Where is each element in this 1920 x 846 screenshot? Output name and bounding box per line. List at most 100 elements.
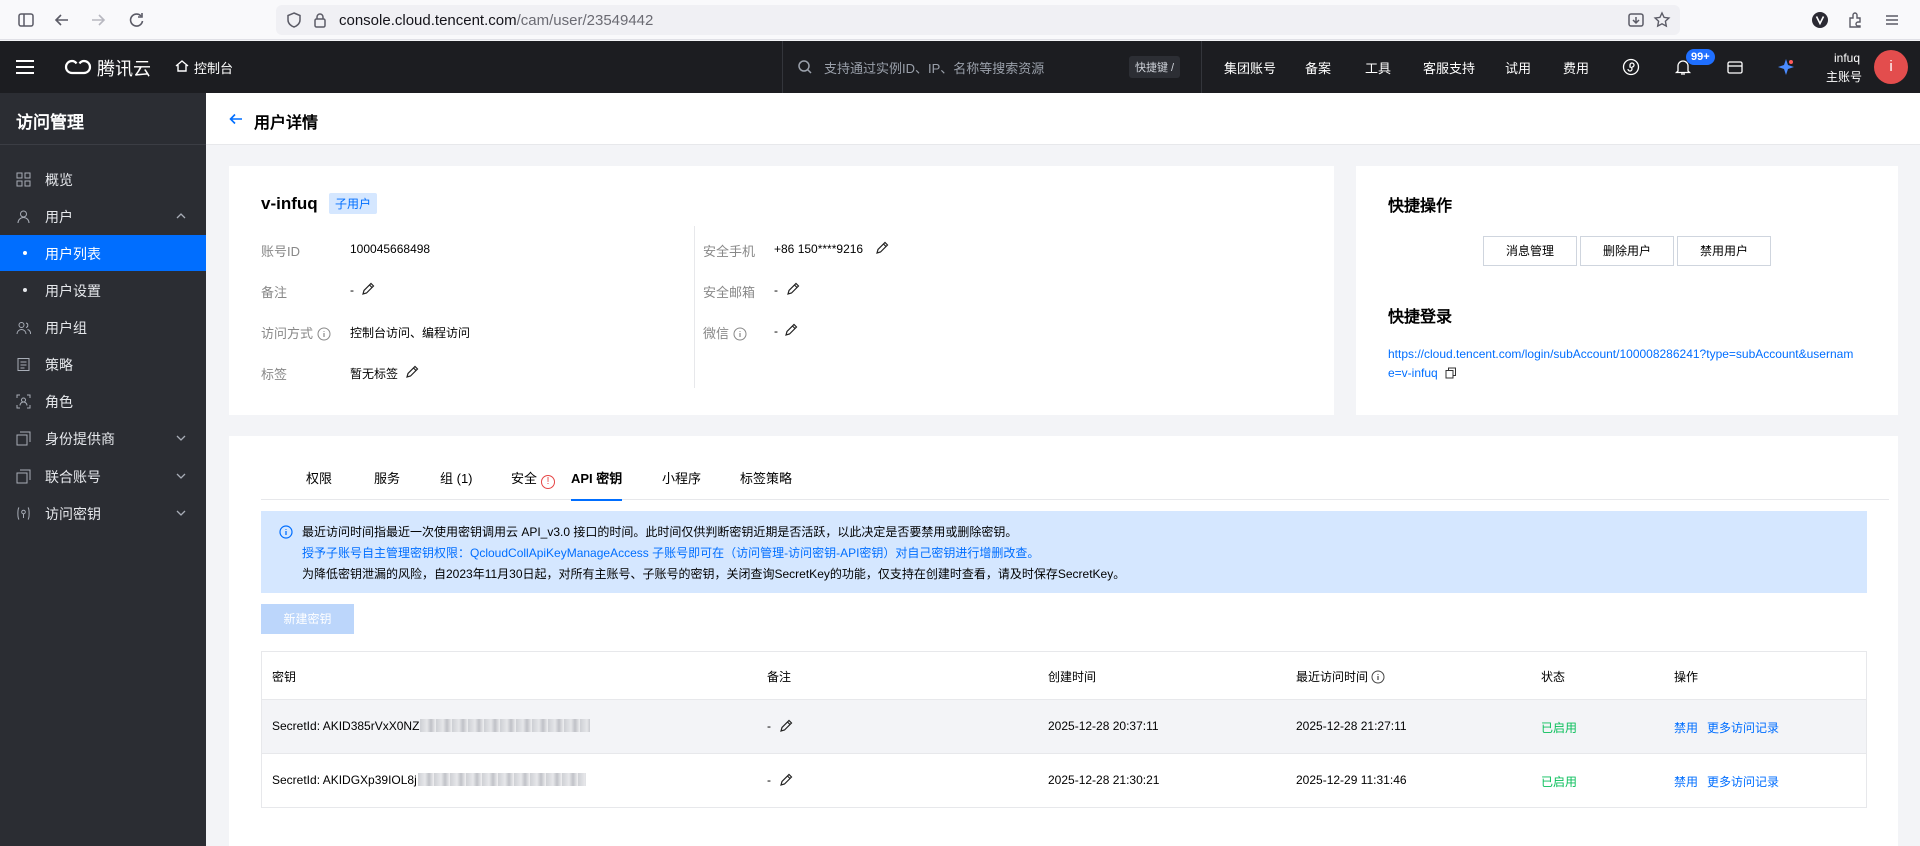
quick-login-url[interactable]: https://cloud.tencent.com/login/subAccou… bbox=[1388, 347, 1853, 380]
avatar[interactable]: i bbox=[1874, 50, 1908, 84]
tab-security[interactable]: 安全! bbox=[511, 468, 556, 489]
message-management-button[interactable]: 消息管理 bbox=[1483, 236, 1577, 266]
api-key-notice: 最近访问时间指最近一次使用密钥调用云 API_v3.0 接口的时间。此时间仅供判… bbox=[261, 511, 1867, 593]
edit-pencil-icon[interactable] bbox=[361, 282, 375, 296]
sidebar-item-label: 联合账号 bbox=[45, 469, 101, 485]
table-header-key: 密钥 bbox=[272, 670, 297, 684]
tab-groups[interactable]: 组 (1) bbox=[440, 468, 473, 487]
remark-cell: - bbox=[767, 773, 771, 787]
edit-pencil-icon[interactable] bbox=[875, 241, 889, 255]
wechat-value: - bbox=[774, 324, 778, 338]
email-value: - bbox=[774, 283, 778, 297]
copy-icon[interactable] bbox=[1445, 367, 1457, 379]
access-records-link[interactable]: 更多访问记录 bbox=[1707, 719, 1779, 736]
sidebar-item-users[interactable]: 用户 bbox=[0, 198, 206, 234]
table-header-last-access: 最近访问时间 bbox=[1296, 668, 1385, 685]
grid-icon bbox=[16, 172, 31, 187]
quick-login-link[interactable]: https://cloud.tencent.com/login/subAccou… bbox=[1388, 345, 1858, 383]
user-role[interactable]: 主账号 bbox=[1826, 68, 1862, 85]
search-placeholder[interactable]: 支持通过实例ID、IP、名称等搜索资源 bbox=[824, 58, 1044, 77]
new-key-button[interactable]: 新建密钥 bbox=[261, 604, 354, 634]
sidebar-divider bbox=[0, 144, 206, 145]
sidebar-item-user-settings[interactable]: 用户设置 bbox=[0, 272, 206, 308]
nav-group-account[interactable]: 集团账号 bbox=[1224, 58, 1276, 77]
sidebar-item-roles[interactable]: 角色 bbox=[0, 383, 206, 419]
access-label-text: 访问方式 bbox=[261, 326, 314, 341]
nav-tools[interactable]: 工具 bbox=[1365, 58, 1391, 77]
edit-pencil-icon[interactable] bbox=[779, 719, 793, 733]
back-arrow-icon[interactable] bbox=[228, 111, 244, 127]
tencent-cloud-logo-icon[interactable] bbox=[64, 54, 92, 80]
hamburger-menu-icon[interactable] bbox=[14, 56, 36, 78]
resource-search[interactable]: 支持通过实例ID、IP、名称等搜索资源 快捷键 / bbox=[782, 41, 1202, 93]
remark-label: 备注 bbox=[261, 285, 288, 300]
sidebar-item-federated-accounts[interactable]: 联合账号 bbox=[0, 458, 206, 494]
access-records-link[interactable]: 更多访问记录 bbox=[1707, 773, 1779, 790]
sidebar-item-identity-providers[interactable]: 身份提供商 bbox=[0, 420, 206, 456]
back-icon[interactable] bbox=[52, 10, 72, 30]
last-access-cell: 2025-12-29 11:31:46 bbox=[1296, 773, 1407, 787]
shield-icon[interactable] bbox=[284, 10, 304, 30]
sidebar-item-overview[interactable]: 概览 bbox=[0, 161, 206, 197]
tab-bar: 权限 服务 组 (1) 安全! API 密钥 小程序 标签策略 bbox=[261, 466, 1889, 501]
email-label: 安全邮箱 bbox=[703, 285, 756, 300]
info-icon[interactable] bbox=[1371, 670, 1385, 684]
url-text: console.cloud.tencent.com/cam/user/23549… bbox=[339, 12, 653, 29]
tab-mini-program[interactable]: 小程序 bbox=[662, 468, 701, 487]
user-name[interactable]: infuq bbox=[1834, 51, 1860, 65]
lock-icon[interactable] bbox=[310, 10, 330, 30]
extensions-icon[interactable] bbox=[1846, 10, 1866, 30]
table-header-created: 创建时间 bbox=[1048, 670, 1097, 684]
secret-id-cell: SecretId: AKIDGXp39IOL8j bbox=[272, 773, 586, 787]
table-row: SecretId: AKID385rVxX0NZ - 2025-12-28 20… bbox=[262, 699, 1866, 753]
reader-icon[interactable] bbox=[1626, 10, 1646, 30]
tab-api-keys[interactable]: API 密钥 bbox=[571, 468, 623, 501]
tab-services[interactable]: 服务 bbox=[374, 468, 400, 487]
tab-permissions[interactable]: 权限 bbox=[306, 468, 332, 487]
extension-v-icon[interactable] bbox=[1810, 10, 1830, 30]
delete-user-button[interactable]: 删除用户 bbox=[1580, 236, 1674, 266]
notice-line-3: 为降低密钥泄漏的风险，自2023年11月30日起，对所有主账号、子账号的密钥，关… bbox=[302, 567, 1126, 581]
info-icon[interactable] bbox=[317, 327, 331, 341]
nav-billing[interactable]: 费用 bbox=[1563, 58, 1589, 77]
user-name-heading: v-infuq bbox=[261, 194, 318, 213]
sidebar-item-access-keys[interactable]: 访问密钥 bbox=[0, 495, 206, 531]
card-icon[interactable] bbox=[1726, 58, 1744, 76]
sidebar-item-user-list[interactable]: 用户列表 bbox=[0, 235, 206, 271]
notice-line-2[interactable]: 授予子账号自主管理密钥权限：QcloudCollApiKeyManageAcce… bbox=[302, 544, 1039, 561]
console-link[interactable]: 控制台 bbox=[194, 58, 233, 77]
chevron-up-icon bbox=[175, 210, 187, 222]
quick-login-title: 快捷登录 bbox=[1388, 309, 1453, 326]
sidebar-toggle-icon[interactable] bbox=[16, 10, 36, 30]
disable-key-link[interactable]: 禁用 bbox=[1674, 773, 1698, 790]
chevron-down-icon bbox=[175, 470, 187, 482]
edit-pencil-icon[interactable] bbox=[405, 365, 419, 379]
sidebar-item-label: 用户列表 bbox=[45, 246, 101, 262]
reload-icon[interactable] bbox=[126, 10, 146, 30]
sidebar-item-policies[interactable]: 策略 bbox=[0, 346, 206, 382]
sidebar-item-label: 概览 bbox=[45, 172, 73, 188]
edit-pencil-icon[interactable] bbox=[786, 282, 800, 296]
nav-trial[interactable]: 试用 bbox=[1505, 58, 1531, 77]
edit-pencil-icon[interactable] bbox=[784, 323, 798, 337]
sidebar-item-label: 身份提供商 bbox=[45, 431, 115, 447]
nav-support[interactable]: 客服支持 bbox=[1423, 58, 1475, 77]
tab-tag-policies[interactable]: 标签策略 bbox=[740, 468, 792, 487]
ai-assistant-icon[interactable] bbox=[1776, 57, 1796, 77]
address-bar[interactable]: console.cloud.tencent.com/cam/user/23549… bbox=[276, 5, 1680, 35]
info-icon[interactable] bbox=[733, 327, 747, 341]
sidebar-item-user-groups[interactable]: 用户组 bbox=[0, 309, 206, 345]
notification-badge: 99+ bbox=[1686, 49, 1715, 65]
forward-icon[interactable] bbox=[88, 10, 108, 30]
edit-pencil-icon[interactable] bbox=[779, 773, 793, 787]
menu-icon[interactable] bbox=[1882, 10, 1902, 30]
url-host: console.cloud.tencent.com bbox=[339, 12, 517, 29]
nav-filing[interactable]: 备案 bbox=[1305, 58, 1331, 77]
mini-program-icon[interactable] bbox=[1622, 58, 1640, 76]
disable-user-button[interactable]: 禁用用户 bbox=[1677, 236, 1771, 266]
brand-name[interactable]: 腾讯云 bbox=[97, 55, 151, 81]
bookmark-star-icon[interactable] bbox=[1652, 10, 1672, 30]
disable-key-link[interactable]: 禁用 bbox=[1674, 719, 1698, 736]
quick-actions-card: 快捷操作 消息管理 删除用户 禁用用户 快捷登录 https://cloud.t… bbox=[1356, 166, 1898, 415]
chevron-down-icon bbox=[175, 432, 187, 444]
